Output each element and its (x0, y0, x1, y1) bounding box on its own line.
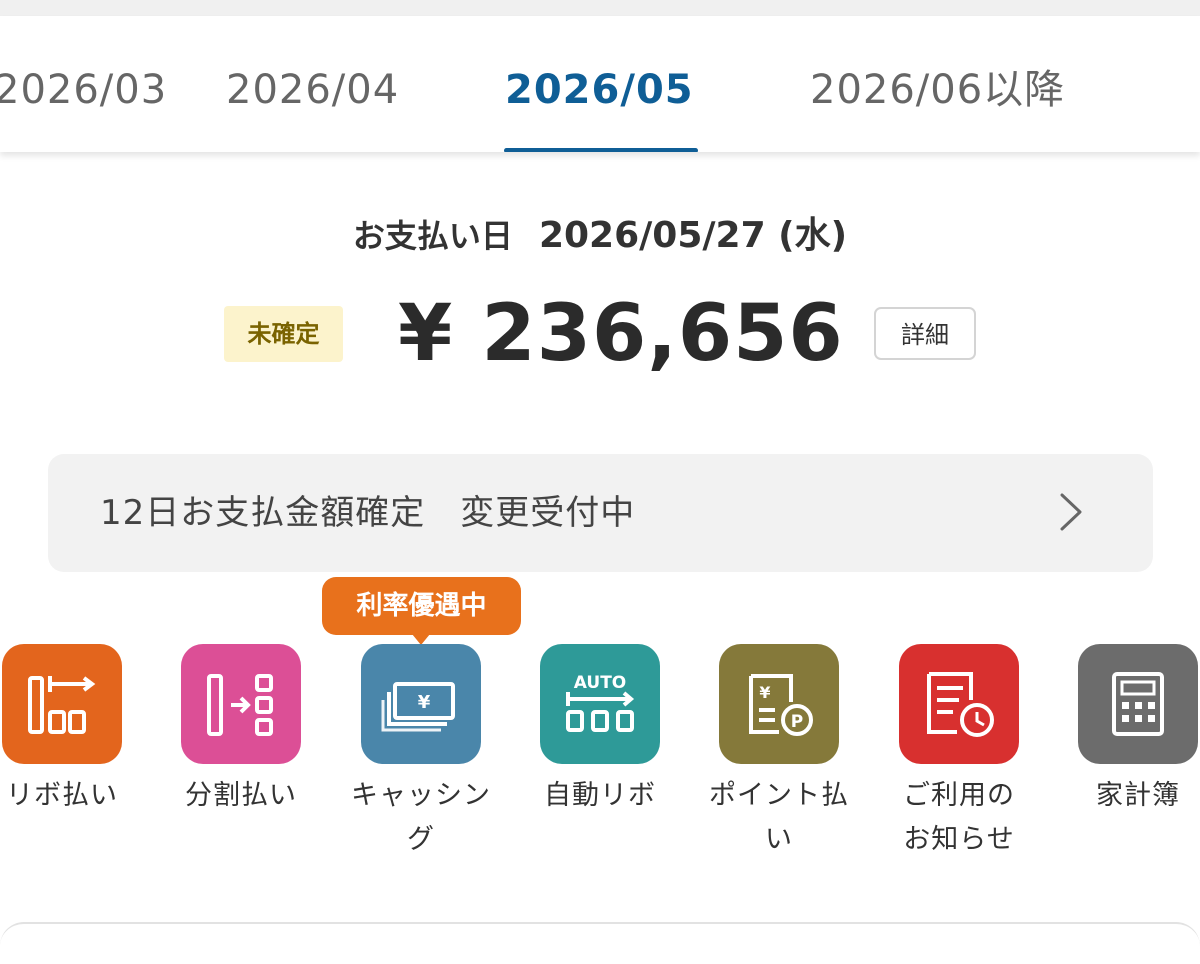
menu-label: 分割払い (185, 780, 297, 811)
menu-label: ポイント払い (709, 780, 849, 855)
payment-date: お支払い日 2026/05/27 (水) (0, 212, 1200, 266)
month-tab-bar: 2026/03 2026/04 2026/05 2026/06以降 (0, 16, 1200, 152)
notice-text: 12日お支払金額確定 変更受付中 (100, 493, 636, 533)
tab-2026-03[interactable]: 2026/03 (0, 66, 167, 114)
menu-label: キャッシング (351, 780, 491, 855)
svg-text:¥: ¥ (418, 692, 431, 713)
detail-button[interactable]: 詳細 (874, 307, 976, 360)
amount-confirmation-notice[interactable]: 12日お支払金額確定 変更受付中 (48, 454, 1153, 572)
menu-label: 家計簿 (1096, 780, 1180, 811)
tab-2026-04[interactable]: 2026/04 (226, 66, 399, 114)
payment-date-label: お支払い日 (352, 217, 513, 255)
status-strip (0, 0, 1200, 16)
point-payment-icon: ¥ P (719, 644, 839, 764)
auto-text: AUTO (574, 673, 627, 693)
revolving-payment-icon (2, 644, 122, 764)
cashing-icon: ¥ (361, 644, 481, 764)
installment-payment-icon (181, 644, 301, 764)
tab-2026-06-later[interactable]: 2026/06以降 (810, 66, 1065, 114)
payment-amount: ¥ 236,656 (398, 289, 844, 379)
payment-date-value: 2026/05/27 (水) (538, 215, 848, 256)
svg-text:¥: ¥ (759, 683, 770, 702)
menu-label: ご利用の お知らせ (903, 780, 1015, 855)
svg-text:P: P (791, 712, 803, 732)
usage-notification-icon (899, 644, 1019, 764)
household-ledger-icon (1078, 644, 1198, 764)
active-tab-indicator (504, 148, 698, 152)
status-badge: 未確定 (224, 306, 343, 362)
tab-2026-05[interactable]: 2026/05 (505, 66, 694, 114)
auto-revolving-icon: AUTO (540, 644, 660, 764)
chevron-right-icon (1060, 493, 1082, 531)
interest-promo-tooltip: 利率優遇中 (322, 577, 521, 635)
menu-label: リボ払い (6, 780, 118, 811)
bottom-card (0, 922, 1200, 964)
menu-label: 自動リボ (544, 780, 656, 811)
